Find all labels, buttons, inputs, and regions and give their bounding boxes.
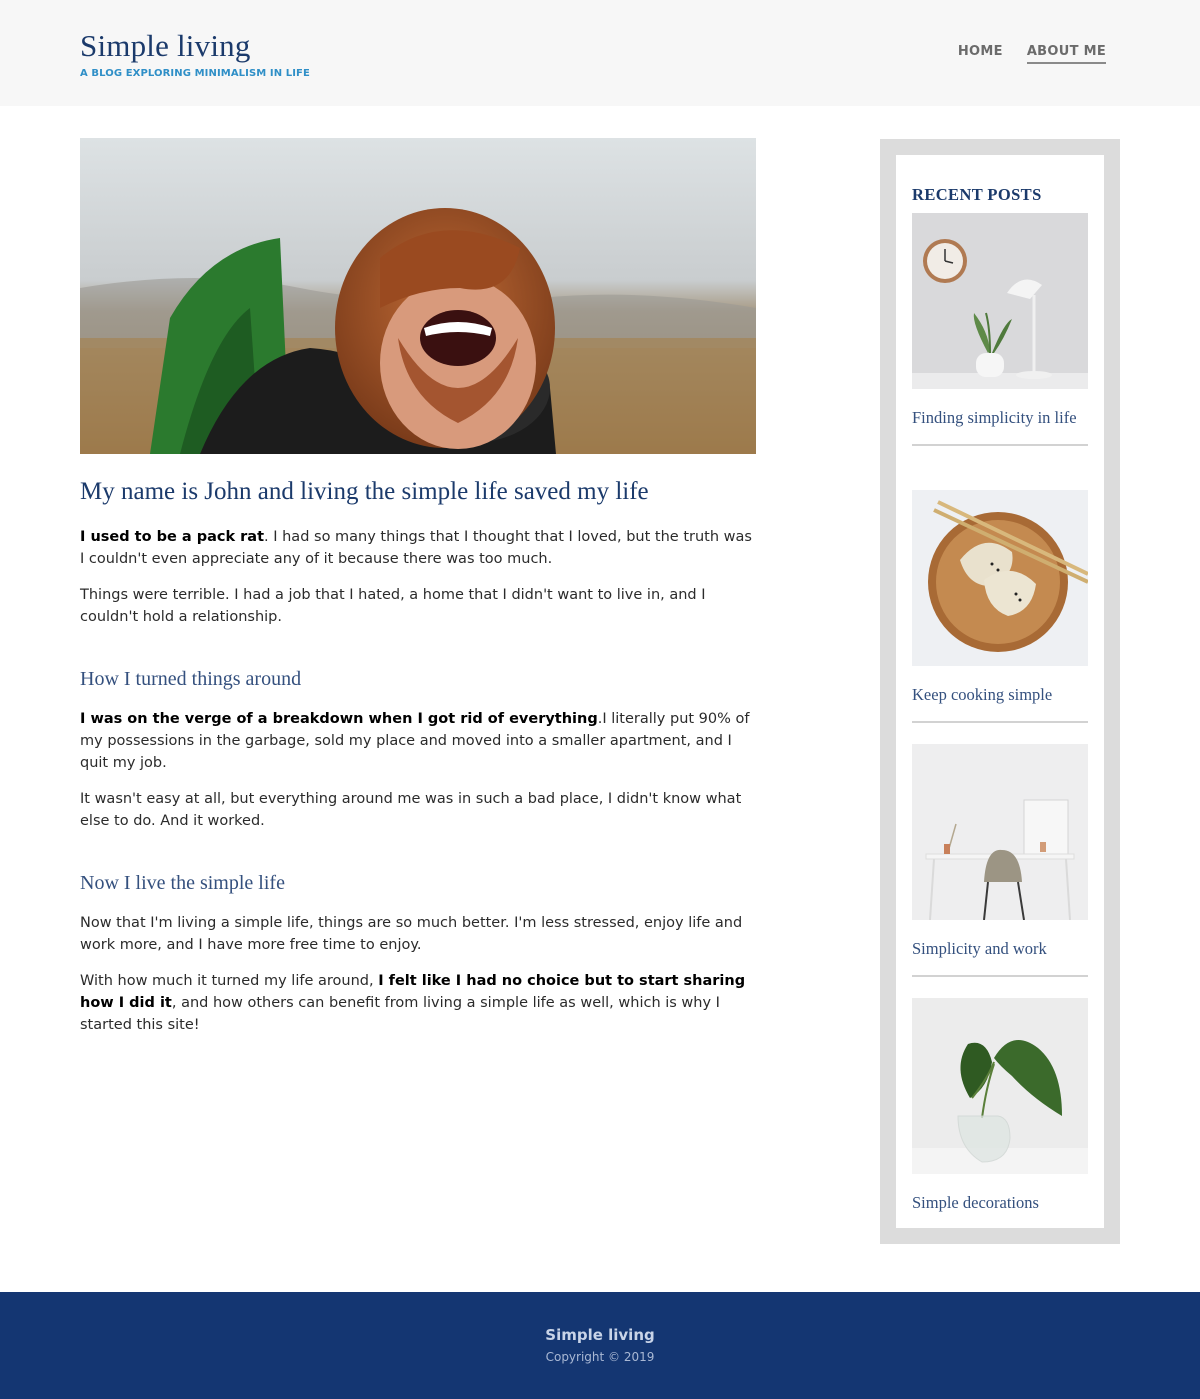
article: My name is John and living the simple li… — [80, 138, 756, 1036]
section1-bold-text: I was on the verge of a breakdown when I… — [80, 711, 598, 727]
recent-post-card[interactable]: Finding simplicity in life — [912, 213, 1088, 446]
intro-paragraph-2: Things were terrible. I had a job that I… — [80, 587, 706, 625]
main-nav: HOME ABOUT ME — [958, 44, 1106, 64]
site-tagline: A BLOG EXPLORING MINIMALISM IN LIFE — [80, 68, 310, 79]
recent-post-card[interactable]: Keep cooking simple — [912, 490, 1088, 723]
post-title-link[interactable]: Finding simplicity in life — [912, 407, 1088, 428]
sidebar-panel: RECENT POSTS Finding simplicity in life — [896, 155, 1104, 1228]
section1-paragraph-1: I was on the verge of a breakdown when I… — [80, 708, 756, 774]
nav-link-home[interactable]: HOME — [958, 44, 1003, 64]
recent-post-card[interactable]: Simple decorations — [912, 998, 1088, 1213]
nav-link-about-me[interactable]: ABOUT ME — [1026, 44, 1106, 64]
site-footer: Simple living Copyright © 2019 — [0, 1292, 1200, 1399]
post-title-link[interactable]: Simple decorations — [912, 1192, 1088, 1213]
site-header: Simple living A BLOG EXPLORING MINIMALIS… — [0, 0, 1200, 106]
hero-image — [80, 138, 756, 454]
intro-paragraph-1: I used to be a pack rat. I had so many t… — [80, 526, 756, 570]
section2-text-start: With how much it turned my life around, — [80, 973, 379, 989]
site-title[interactable]: Simple living — [80, 28, 251, 64]
footer-title: Simple living — [545, 1326, 655, 1344]
section2-text-end: , and how others can benefit from living… — [80, 995, 720, 1033]
post-divider — [912, 444, 1088, 446]
post-title-link[interactable]: Simplicity and work — [912, 938, 1088, 959]
post-thumbnail-clock-lamp[interactable] — [912, 213, 1088, 389]
intro-bold-text: I used to be a pack rat — [80, 529, 265, 545]
sidebar: RECENT POSTS Finding simplicity in life — [880, 139, 1120, 1244]
post-thumbnail-vase-leaves[interactable] — [912, 998, 1088, 1174]
section2-paragraph-1: Now that I'm living a simple life, thing… — [80, 915, 743, 953]
recent-posts-heading: RECENT POSTS — [912, 185, 1042, 204]
section2-paragraph-2: With how much it turned my life around, … — [80, 970, 756, 1036]
post-thumbnail-desk[interactable] — [912, 744, 1088, 920]
section-heading-simple-life: Now I live the simple life — [80, 872, 285, 894]
post-divider — [912, 721, 1088, 723]
post-thumbnail-dumplings[interactable] — [912, 490, 1088, 666]
post-title-link[interactable]: Keep cooking simple — [912, 684, 1088, 705]
post-divider — [912, 975, 1088, 977]
section1-paragraph-2: It wasn't easy at all, but everything ar… — [80, 791, 742, 829]
section-heading-turned-around: How I turned things around — [80, 668, 302, 690]
footer-copyright: Copyright © 2019 — [545, 1350, 655, 1364]
article-title: My name is John and living the simple li… — [80, 478, 649, 505]
recent-post-card[interactable]: Simplicity and work — [912, 744, 1088, 977]
